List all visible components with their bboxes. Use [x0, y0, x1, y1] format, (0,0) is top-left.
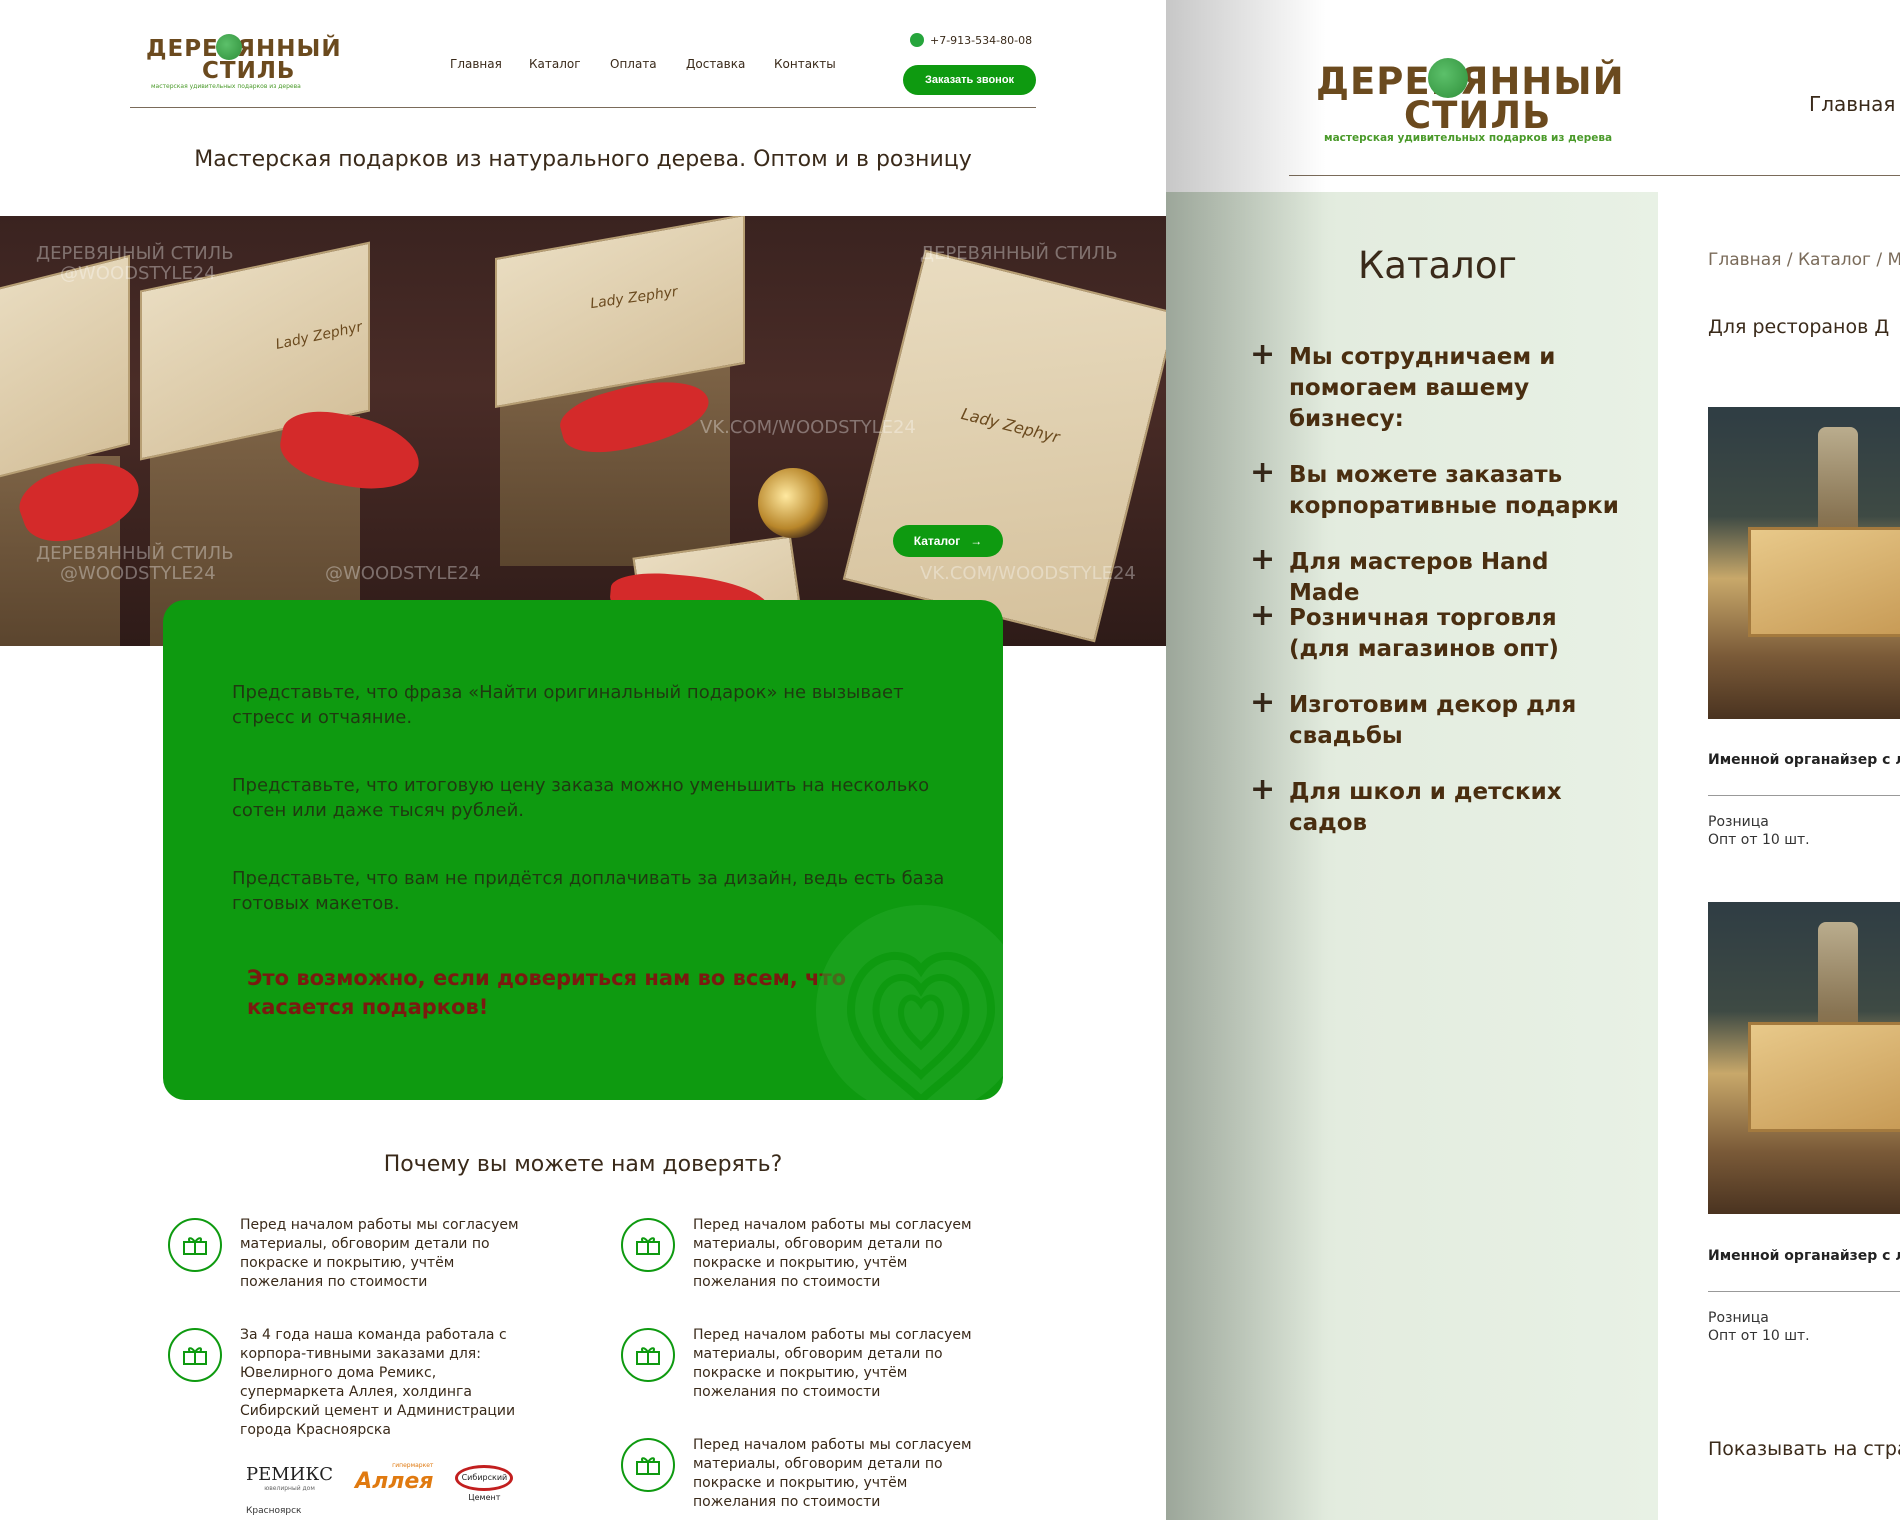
header-divider	[130, 107, 1036, 108]
benefit-text-1: Представьте, что фраза «Найти оригинальн…	[232, 682, 904, 728]
trust-section-title: Почему вы можете нам доверять?	[383, 1152, 783, 1177]
sidebar-item-label: Для школ и детских садов	[1289, 779, 1562, 836]
plus-icon: +	[1250, 337, 1276, 372]
logo-line2: СТИЛЬ	[202, 58, 296, 84]
krasnoyarsk-logo: Красноярск	[246, 1506, 302, 1516]
trust-feature-text: Перед началом работы мы согласуем матери…	[693, 1327, 972, 1400]
product-wholesale: Опт от 10 шт.	[1708, 1328, 1810, 1344]
catalog-button-label: Каталог	[913, 534, 961, 548]
trust-feature-text: Перед началом работы мы согласуем матери…	[240, 1217, 519, 1290]
per-page-selector[interactable]: Показывать на стра	[1708, 1438, 1900, 1460]
tree-icon	[1428, 58, 1468, 98]
gift-box-lid	[0, 254, 130, 488]
plus-icon: +	[1250, 685, 1276, 720]
order-call-button[interactable]: Заказать звонок	[903, 65, 1036, 95]
product-divider	[1708, 1291, 1900, 1292]
gift-icon	[168, 1218, 222, 1272]
nav-catalog[interactable]: Каталог	[529, 57, 581, 71]
sidebar-item-label: Розничная торговля (для магазинов опт)	[1289, 605, 1559, 662]
nav-contacts[interactable]: Контакты	[774, 57, 836, 71]
mockup-canvas: ДЕРЕВЯННЫЙ СТИЛЬ мастерская удивительных…	[0, 0, 1900, 1520]
wood-swirl-icon	[816, 905, 1003, 1100]
product-divider	[1708, 795, 1900, 796]
logo-subtitle: мастерская удивительных подарков из дере…	[1324, 132, 1613, 144]
sidebar-title: Каталог	[1358, 244, 1517, 287]
watermark: VK.COM/WOODSTYLE24	[700, 417, 916, 438]
partner-logos: РЕМИКС ювелирный дом гипермаркет Аллея С…	[246, 1462, 514, 1502]
alleya-logo: гипермаркет Аллея	[355, 1462, 434, 1494]
sidebar-item-label: Для мастеров Hand Made	[1289, 549, 1549, 606]
product-name[interactable]: Именной органайзер с ли	[1708, 752, 1900, 768]
whatsapp-icon	[910, 33, 924, 47]
logo-subtitle: мастерская удивительных подарков из дере…	[151, 83, 301, 90]
benefit-highlight: Это возможно, если довериться нам во все…	[247, 966, 847, 1019]
catalog-button[interactable]: Каталог →	[893, 525, 1003, 557]
gift-icon	[168, 1328, 222, 1382]
product-wholesale: Опт от 10 шт.	[1708, 832, 1810, 848]
site-logo[interactable]: ДЕРЕВЯННЫЙ СТИЛЬ мастерская удивительных…	[1316, 58, 1636, 150]
ornament-ball	[758, 468, 828, 538]
watermark: VK.COM/WOODSTYLE24	[920, 563, 1136, 584]
sidebar-item-label: Вы можете заказать корпоративные подарки	[1289, 462, 1619, 519]
product-retail: Розница	[1708, 814, 1769, 830]
catalog-sidebar: Каталог + Мы сотрудничаем и помогаем ваш…	[1166, 192, 1658, 1520]
watermark: @WOODSTYLE24	[60, 563, 216, 584]
catalog-page-mockup: ДЕРЕВЯННЫЙ СТИЛЬ мастерская удивительных…	[1166, 0, 1900, 1520]
benefit-text-2: Представьте, что итоговую цену заказа мо…	[232, 775, 930, 821]
remix-logo: РЕМИКС ювелирный дом	[246, 1464, 334, 1492]
tree-icon	[216, 34, 242, 60]
logo-line2: СТИЛЬ	[1404, 94, 1552, 137]
phone-number: +7-913-534-80-08	[930, 33, 1033, 47]
page-tagline: Мастерская подарков из натурального дере…	[194, 147, 972, 172]
phone-link[interactable]: +7-913-534-80-08	[910, 33, 1032, 47]
watermark: ДЕРЕВЯННЫЙ СТИЛЬ	[36, 543, 234, 564]
product-image[interactable]	[1708, 902, 1900, 1214]
benefits-card: Представьте, что фраза «Найти оригинальн…	[163, 600, 1003, 1100]
plus-icon: +	[1250, 455, 1276, 490]
nav-home[interactable]: Главная	[450, 57, 502, 71]
product-image[interactable]	[1708, 407, 1900, 719]
nav-payment[interactable]: Оплата	[610, 57, 657, 71]
filter-tabs[interactable]: Для ресторанов Д	[1708, 316, 1889, 338]
plus-icon: +	[1250, 772, 1276, 807]
nav-delivery[interactable]: Доставка	[686, 57, 745, 71]
gift-icon	[621, 1328, 675, 1382]
product-retail: Розница	[1708, 1310, 1769, 1326]
watermark: ДЕРЕВЯННЫЙ СТИЛЬ	[36, 243, 234, 264]
sidebar-item-label: Мы сотрудничаем и помогаем вашему бизнес…	[1289, 344, 1556, 432]
sidebar-item-label: Изготовим декор для свадьбы	[1289, 692, 1577, 749]
watermark: @WOODSTYLE24	[60, 263, 216, 284]
gift-icon	[621, 1438, 675, 1492]
plus-icon: +	[1250, 542, 1276, 577]
trust-feature-text: Перед началом работы мы согласуем матери…	[693, 1437, 972, 1510]
trust-feature-text: Перед началом работы мы согласуем матери…	[693, 1217, 972, 1290]
hero-image: Lady Zephyr Lady Zephyr Lady Zephyr ДЕРЕ…	[0, 216, 1166, 646]
site-logo[interactable]: ДЕРЕВЯННЫЙ СТИЛЬ мастерская удивительных…	[146, 34, 341, 92]
gift-icon	[621, 1218, 675, 1272]
watermark: ДЕРЕВЯННЫЙ СТИЛЬ	[920, 243, 1118, 264]
watermark: @WOODSTYLE24	[325, 563, 481, 584]
home-page-mockup: ДЕРЕВЯННЫЙ СТИЛЬ мастерская удивительных…	[0, 0, 1166, 1520]
header-divider	[1289, 175, 1900, 176]
plus-icon: +	[1250, 598, 1276, 633]
arrow-right-icon: →	[970, 534, 983, 548]
product-name[interactable]: Именной органайзер с ли	[1708, 1248, 1900, 1264]
nav-home[interactable]: Главная	[1809, 92, 1895, 116]
trust-feature-text: За 4 года наша команда работала с корпор…	[240, 1327, 516, 1438]
siberian-cement-logo: Сибирский Цемент	[455, 1465, 514, 1502]
breadcrumb[interactable]: Главная / Каталог / М	[1708, 250, 1900, 270]
